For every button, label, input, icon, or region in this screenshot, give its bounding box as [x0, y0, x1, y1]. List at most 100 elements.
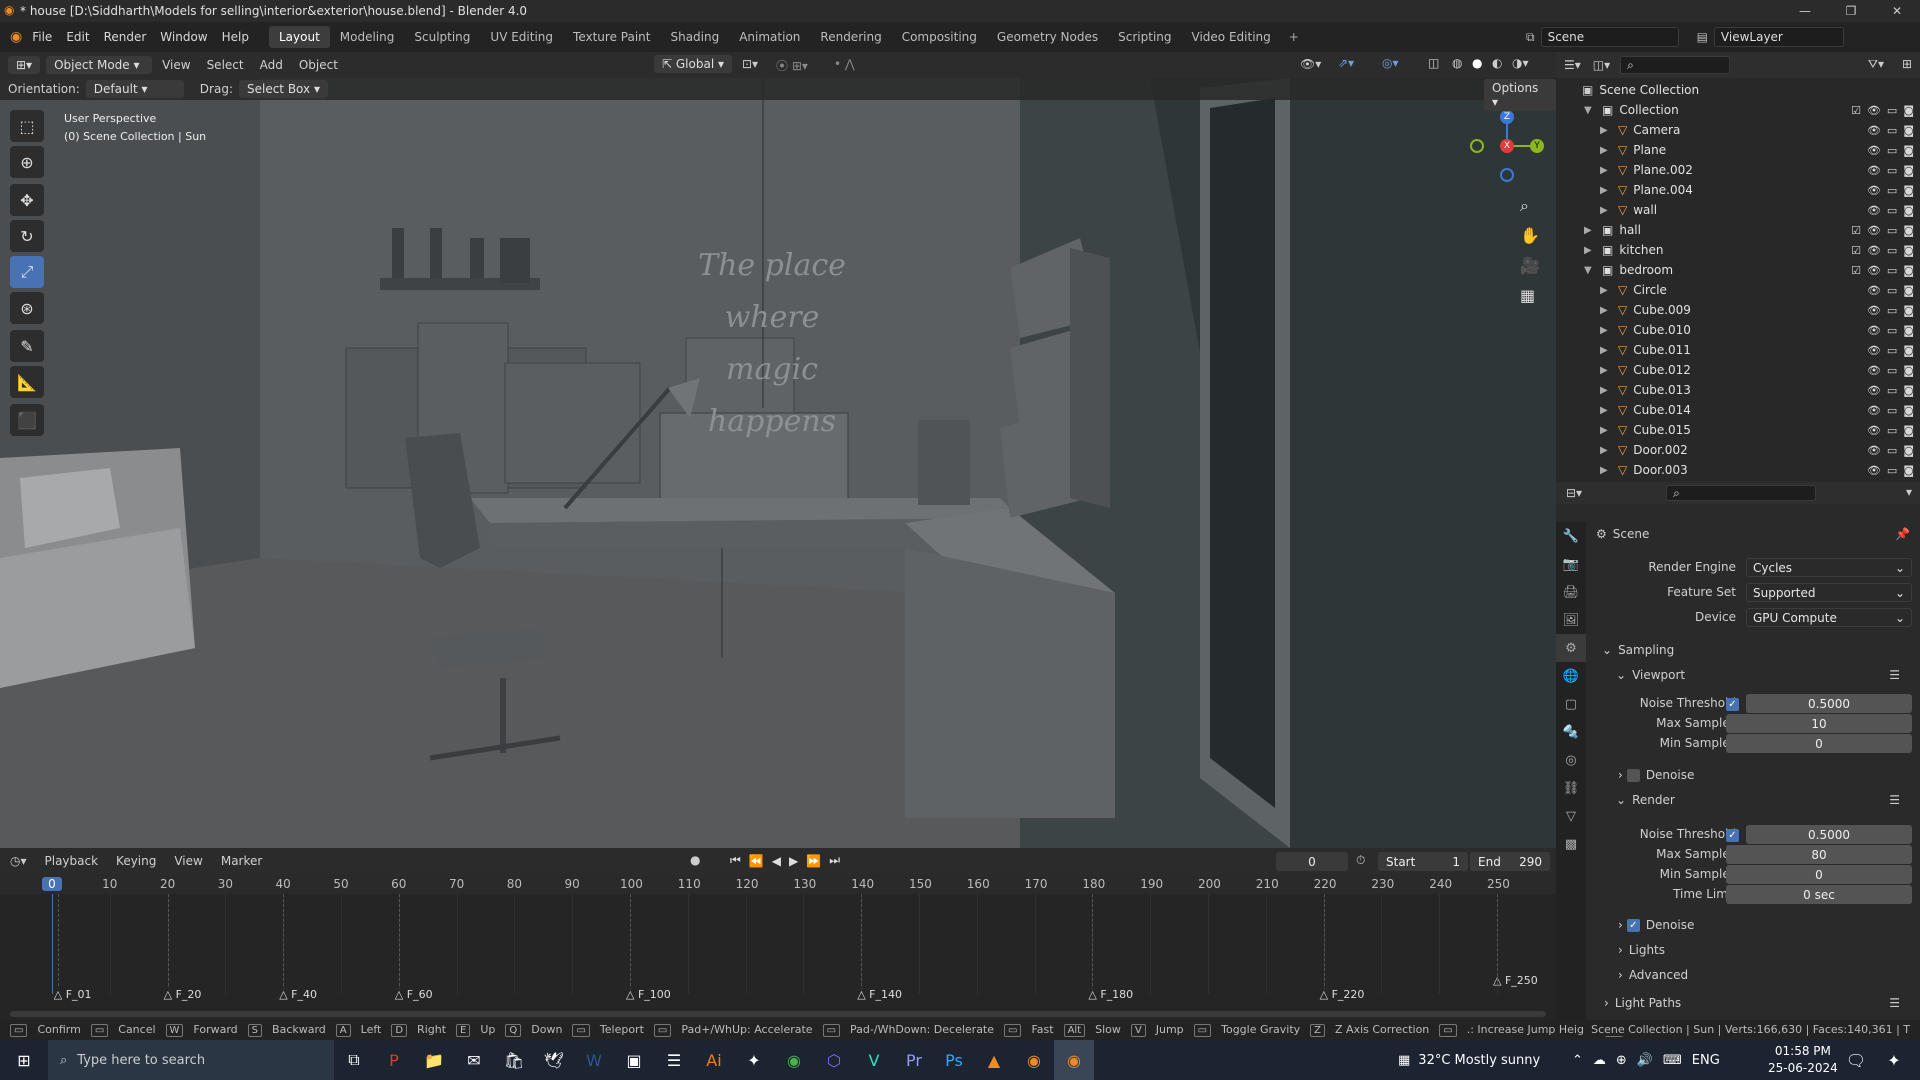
- render-camera-icon[interactable]: ◙: [1903, 444, 1914, 457]
- store-icon[interactable]: 🛍: [494, 1040, 534, 1080]
- record-icon[interactable]: ●: [690, 853, 700, 867]
- workspace-tab-video-editing[interactable]: Video Editing: [1182, 26, 1281, 48]
- viewport-monitor-icon[interactable]: ▭: [1887, 424, 1897, 437]
- timeline-menu-playback[interactable]: Playback: [45, 854, 99, 868]
- visibility-eye-icon[interactable]: 👁: [1867, 144, 1881, 157]
- viewport-menu-object[interactable]: Object: [299, 58, 338, 72]
- render-camera-icon[interactable]: ◙: [1903, 164, 1914, 177]
- sampling-panel-header[interactable]: ⌄ Sampling: [1602, 643, 1674, 657]
- outliner-row[interactable]: ▶ ▽ Cube.012 👁 ▭ ◙: [1556, 360, 1920, 380]
- visibility-eye-icon[interactable]: 👁: [1867, 344, 1881, 357]
- expand-toggle-icon[interactable]: ▼: [1584, 265, 1596, 276]
- timeline-marker[interactable]: △ F_01: [54, 988, 92, 1001]
- viewport-monitor-icon[interactable]: ▭: [1887, 404, 1897, 417]
- menu-window[interactable]: Window: [160, 30, 207, 44]
- workspace-tab-animation[interactable]: Animation: [729, 26, 810, 48]
- shading-wireframe-icon[interactable]: ◍: [1452, 56, 1462, 70]
- frame-ruler[interactable]: 0 10 20 30 40 50 60 70 80 90 100 110 120 130 140 150 160…: [0, 874, 1556, 894]
- expand-toggle-icon[interactable]: ▶: [1584, 225, 1596, 236]
- tray-language[interactable]: ENG: [1692, 1053, 1720, 1068]
- vlc-icon[interactable]: ▲: [974, 1040, 1014, 1080]
- new-collection-icon[interactable]: ⊞: [1902, 57, 1912, 71]
- render-camera-icon[interactable]: ◙: [1903, 104, 1914, 117]
- current-frame-field[interactable]: 0: [1276, 852, 1348, 871]
- physics-tab-icon[interactable]: ◎: [1556, 746, 1586, 774]
- maximize-button[interactable]: ❐: [1828, 0, 1874, 22]
- object-mode-dropdown[interactable]: Object Mode ▾: [46, 56, 153, 74]
- tool-tab-icon[interactable]: 🔧: [1556, 522, 1586, 550]
- visibility-eye-icon[interactable]: 👁: [1867, 404, 1881, 417]
- visibility-eye-icon[interactable]: 👁: [1867, 104, 1881, 117]
- workspace-tab-compositing[interactable]: Compositing: [892, 26, 987, 48]
- render-denoise-checkbox[interactable]: ✓: [1626, 918, 1640, 932]
- timeline-menu-keying[interactable]: Keying: [116, 854, 156, 868]
- blender-menu-icon[interactable]: ◉: [10, 29, 22, 45]
- render-camera-icon[interactable]: ◙: [1903, 384, 1914, 397]
- include-checkbox-icon[interactable]: ☑: [1851, 264, 1861, 277]
- outliner-row[interactable]: ▶ ▽ Cube.014 👁 ▭ ◙: [1556, 400, 1920, 420]
- constraints-tab-icon[interactable]: ⛓: [1556, 774, 1586, 802]
- camera-view-icon[interactable]: 🎥: [1520, 256, 1544, 286]
- pan-hand-icon[interactable]: ✋: [1520, 226, 1544, 256]
- viewport-noise-threshold-checkbox[interactable]: ✓: [1726, 698, 1739, 711]
- render-camera-icon[interactable]: ◙: [1903, 364, 1914, 377]
- pivot-icon[interactable]: ⊡▾: [742, 57, 758, 71]
- expand-toggle-icon[interactable]: ▶: [1600, 425, 1612, 436]
- expand-toggle-icon[interactable]: ▶: [1600, 405, 1612, 416]
- outliner-row[interactable]: ▶ ▽ Cube.013 👁 ▭ ◙: [1556, 380, 1920, 400]
- photos-app-icon[interactable]: ▣: [614, 1040, 654, 1080]
- feature-set-dropdown[interactable]: Supported ⌄: [1746, 583, 1912, 602]
- keyframe-area[interactable]: △ F_01 △ F_20 △ F_40 △ F_60 △ F_100 △ F_140 △ …: [0, 894, 1556, 1012]
- visibility-eye-icon[interactable]: 👁: [1867, 384, 1881, 397]
- blender-active-taskbar-icon[interactable]: ◉: [1054, 1040, 1094, 1080]
- expand-toggle-icon[interactable]: ▼: [1584, 105, 1596, 116]
- drag-dropdown[interactable]: Select Box ▾: [238, 80, 328, 98]
- viewport-min-samples-field[interactable]: 0: [1726, 734, 1912, 753]
- tray-volume-icon[interactable]: 🔊: [1637, 1053, 1653, 1068]
- viewport-menu-add[interactable]: Add: [260, 58, 283, 72]
- menu-render[interactable]: Render: [104, 30, 147, 44]
- modifier-tab-icon[interactable]: 🔩: [1556, 718, 1586, 746]
- shading-solid-icon[interactable]: ●: [1472, 56, 1482, 70]
- outliner-search-input[interactable]: ⌕: [1620, 56, 1731, 74]
- options-dropdown[interactable]: Options ▾: [1484, 79, 1556, 111]
- outliner-row[interactable]: ▶ ▽ Door.002 👁 ▭ ◙: [1556, 440, 1920, 460]
- viewport-menu-view[interactable]: View: [162, 58, 190, 72]
- device-dropdown[interactable]: GPU Compute ⌄: [1746, 608, 1912, 627]
- premiere-icon[interactable]: Pr: [894, 1040, 934, 1080]
- clock-icon[interactable]: ⏱: [1356, 853, 1365, 868]
- workspace-tab-geometry-nodes[interactable]: Geometry Nodes: [987, 26, 1108, 48]
- expand-toggle-icon[interactable]: ▶: [1600, 205, 1612, 216]
- playhead[interactable]: 0: [42, 877, 62, 891]
- move-tool-icon[interactable]: ✥: [10, 184, 44, 216]
- windows-start-icon[interactable]: ⊞: [0, 1040, 48, 1080]
- chrome-icon[interactable]: ◉: [774, 1040, 814, 1080]
- tray-keyboard-icon[interactable]: ⌨: [1663, 1053, 1682, 1068]
- expand-toggle-icon[interactable]: ▶: [1600, 345, 1612, 356]
- viewport-monitor-icon[interactable]: ▭: [1887, 124, 1897, 137]
- outliner-row[interactable]: ▶ ▣ hall ☑ 👁 ▭ ◙: [1556, 220, 1920, 240]
- overlay-toggle-icon[interactable]: ◎▾: [1382, 56, 1399, 70]
- timeline-menu-marker[interactable]: Marker: [221, 854, 262, 868]
- outliner-row[interactable]: ▶ ▽ Cube.009 👁 ▭ ◙: [1556, 300, 1920, 320]
- outliner-row[interactable]: ▶ ▽ Cube.015 👁 ▭ ◙: [1556, 420, 1920, 440]
- outliner-row[interactable]: ▶ ▽ Plane.002 👁 ▭ ◙: [1556, 160, 1920, 180]
- orientation-dropdown[interactable]: Default ▾: [85, 80, 184, 98]
- expand-toggle-icon[interactable]: ▶: [1600, 365, 1612, 376]
- workspace-tab-scripting[interactable]: Scripting: [1108, 26, 1181, 48]
- visibility-eye-icon[interactable]: 👁: [1867, 424, 1881, 437]
- visibility-eye-icon[interactable]: 👁: [1867, 244, 1881, 257]
- properties-search-input[interactable]: ⌕: [1666, 485, 1817, 501]
- render-camera-icon[interactable]: ◙: [1903, 224, 1914, 237]
- workspace-tab-layout[interactable]: Layout: [268, 26, 330, 48]
- viewport-monitor-icon[interactable]: ▭: [1887, 184, 1897, 197]
- timeline-marker[interactable]: △ F_40: [279, 988, 317, 1001]
- close-button[interactable]: ✕: [1874, 0, 1920, 22]
- transform-orientation-dropdown[interactable]: ⇱ Global ▾: [654, 55, 732, 73]
- outliner-row[interactable]: ▶ ▣ kitchen ☑ 👁 ▭ ◙: [1556, 240, 1920, 260]
- render-min-samples-field[interactable]: 0: [1726, 865, 1912, 884]
- slack-app-icon[interactable]: ✦: [734, 1040, 774, 1080]
- presets-list-icon[interactable]: ☰: [1889, 668, 1900, 682]
- render-camera-icon[interactable]: ◙: [1903, 204, 1914, 217]
- timeline-marker[interactable]: △ F_20: [164, 988, 202, 1001]
